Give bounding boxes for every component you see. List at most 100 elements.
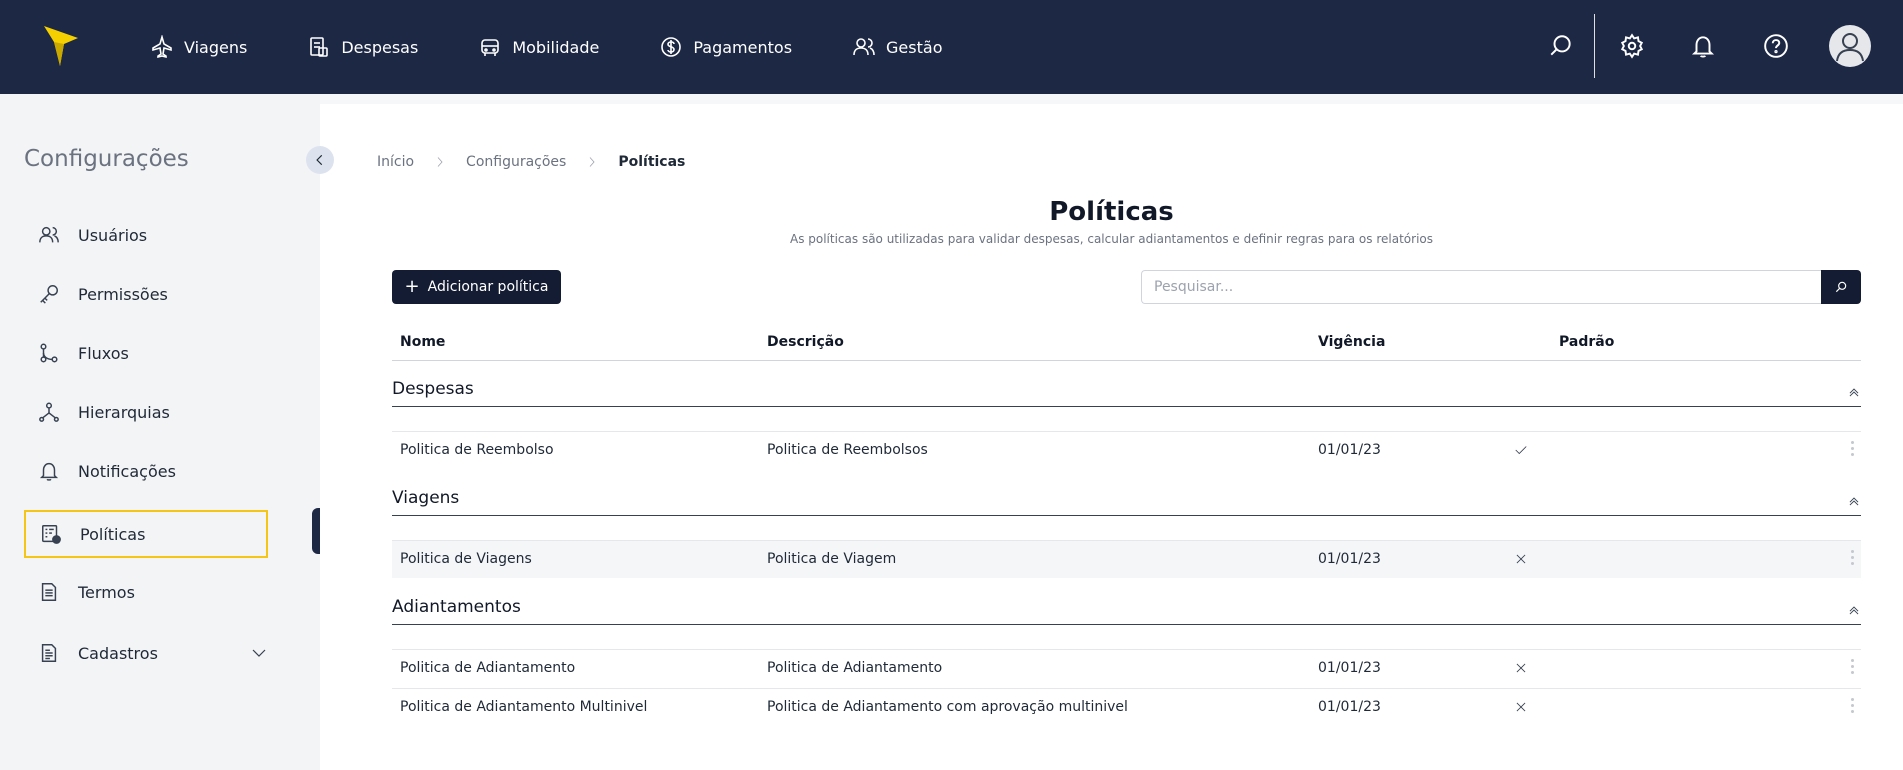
- cell-nome: Politica de Reembolso: [400, 442, 554, 458]
- table-row[interactable]: Politica de Viagens Politica de Viagem 0…: [392, 540, 1861, 578]
- sidebar-item-label: Termos: [78, 582, 135, 602]
- column-header-vigencia[interactable]: Vigência: [1318, 334, 1385, 350]
- sidebar-collapse-button[interactable]: [306, 146, 334, 174]
- row-menu-kebab-icon[interactable]: [1851, 659, 1855, 677]
- avatar[interactable]: [1829, 25, 1871, 67]
- breadcrumb-item-inicio[interactable]: Início: [377, 154, 414, 170]
- register-icon: [41, 644, 57, 662]
- search-button[interactable]: [1821, 270, 1861, 304]
- row-menu-kebab-icon[interactable]: [1851, 550, 1855, 568]
- cell-descricao: Politica de Viagem: [767, 551, 897, 567]
- sidebar-item-cadastros[interactable]: Cadastros: [24, 629, 268, 677]
- chevron-right-icon: [590, 157, 595, 167]
- chevron-up-double-icon: [1849, 606, 1859, 615]
- check-icon: [1515, 446, 1527, 455]
- nav-item-viagens[interactable]: Viagens: [150, 35, 247, 59]
- sidebar-item-termos[interactable]: Termos: [24, 568, 268, 616]
- key-icon: [40, 285, 58, 304]
- x-icon: [1516, 702, 1526, 712]
- nav-item-label: Gestão: [886, 37, 943, 57]
- search-input[interactable]: [1141, 270, 1821, 304]
- active-item-marker: [312, 508, 320, 554]
- sidebar-item-usuarios[interactable]: Usuários: [24, 211, 268, 259]
- page-subtitle: As políticas são utilizadas para validar…: [789, 232, 1433, 246]
- table-row[interactable]: Politica de Adiantamento Politica de Adi…: [392, 649, 1861, 687]
- breadcrumb-item-configuracoes[interactable]: Configurações: [466, 154, 566, 170]
- search-icon: [1835, 281, 1847, 293]
- cell-vigencia: 01/01/23: [1318, 551, 1381, 567]
- table-header: Nome Descrição Vigência Padrão: [392, 322, 1861, 361]
- cell-descricao: Politica de Reembolsos: [767, 442, 928, 458]
- sidebar-title: Configurações: [24, 146, 189, 172]
- group-header-viagens[interactable]: Viagens: [392, 488, 1861, 516]
- plane-icon: [152, 35, 172, 59]
- table-row[interactable]: Politica de Reembolso Politica de Reembo…: [392, 431, 1861, 469]
- group-label: Despesas: [392, 379, 474, 399]
- add-policy-button[interactable]: + Adicionar política: [392, 270, 561, 304]
- sidebar-item-label: Políticas: [80, 524, 146, 544]
- flow-icon: [40, 343, 58, 363]
- group-header-despesas[interactable]: Despesas: [392, 379, 1861, 407]
- users-icon: [853, 38, 875, 56]
- breadcrumb-item-current: Políticas: [618, 154, 686, 170]
- content-top-strip: [320, 94, 1903, 104]
- topbar-divider: [1594, 14, 1595, 78]
- cell-descricao: Politica de Adiantamento com aprovação m…: [767, 699, 1128, 715]
- column-header-nome[interactable]: Nome: [400, 334, 445, 350]
- cell-nome: Politica de Adiantamento: [400, 660, 576, 676]
- plus-icon: +: [404, 276, 420, 297]
- sidebar-item-permissoes[interactable]: Permissões: [24, 270, 268, 318]
- sidebar: Configurações Usuários Permissões Fluxos…: [0, 94, 320, 770]
- cell-nome: Politica de Adiantamento Multinivel: [400, 699, 648, 715]
- top-navbar: Viagens Despesas Mobilidade Pagamentos G…: [0, 0, 1903, 94]
- sidebar-item-fluxos[interactable]: Fluxos: [24, 329, 268, 377]
- sidebar-item-label: Hierarquias: [78, 402, 170, 422]
- nav-item-pagamentos[interactable]: Pagamentos: [659, 35, 792, 59]
- chevron-down-icon[interactable]: [250, 644, 268, 662]
- sidebar-item-label: Notificações: [78, 461, 176, 481]
- search-icon[interactable]: [1548, 33, 1574, 59]
- cell-vigencia: 01/01/23: [1318, 699, 1381, 715]
- nav-item-despesas[interactable]: Despesas: [307, 35, 418, 59]
- cell-vigencia: 01/01/23: [1318, 660, 1381, 676]
- group-label: Viagens: [392, 488, 460, 508]
- chevron-left-icon: [316, 154, 323, 166]
- sidebar-item-politicas[interactable]: Políticas: [24, 510, 268, 558]
- cell-descricao: Politica de Adiantamento: [767, 660, 943, 676]
- sidebar-item-label: Permissões: [78, 284, 168, 304]
- nav-item-label: Viagens: [184, 37, 248, 57]
- bell-icon: [39, 462, 59, 481]
- page-title: Políticas: [1049, 197, 1174, 227]
- nav-item-label: Pagamentos: [693, 37, 793, 57]
- column-header-padrao[interactable]: Padrão: [1559, 334, 1614, 350]
- policy-icon: [42, 525, 61, 544]
- breadcrumb: Início Configurações Políticas: [377, 154, 685, 170]
- row-menu-kebab-icon[interactable]: [1851, 698, 1855, 716]
- sidebar-item-notificacoes[interactable]: Notificações: [24, 447, 268, 495]
- main-content: Início Configurações Políticas Políticas…: [320, 94, 1903, 770]
- sidebar-item-label: Usuários: [78, 225, 148, 245]
- chevron-up-double-icon: [1849, 497, 1859, 506]
- brand-logo-icon[interactable]: [40, 20, 80, 70]
- users-icon: [39, 226, 59, 243]
- chevron-right-icon: [437, 157, 443, 167]
- gear-icon[interactable]: [1619, 33, 1645, 59]
- nav-item-mobilidade[interactable]: Mobilidade: [478, 35, 599, 59]
- row-menu-kebab-icon[interactable]: [1851, 441, 1855, 459]
- add-policy-label: Adicionar política: [427, 279, 549, 295]
- user-avatar-icon: [1836, 33, 1864, 62]
- cell-nome: Politica de Viagens: [400, 551, 532, 567]
- column-header-descricao[interactable]: Descrição: [767, 334, 844, 350]
- bell-icon[interactable]: [1690, 33, 1716, 59]
- group-header-adiantamentos[interactable]: Adiantamentos: [392, 597, 1861, 625]
- dollar-circle-icon: [661, 37, 682, 57]
- nav-item-gestao[interactable]: Gestão: [852, 35, 942, 59]
- help-icon[interactable]: [1763, 33, 1789, 59]
- sidebar-item-hierarquias[interactable]: Hierarquias: [24, 388, 268, 436]
- nav-item-label: Mobilidade: [512, 37, 600, 57]
- sidebar-item-label: Fluxos: [78, 343, 129, 363]
- sidebar-item-label: Cadastros: [78, 643, 158, 663]
- search-bar: [1141, 270, 1861, 304]
- group-label: Adiantamentos: [392, 597, 521, 617]
- table-row[interactable]: Politica de Adiantamento Multinivel Poli…: [392, 688, 1861, 726]
